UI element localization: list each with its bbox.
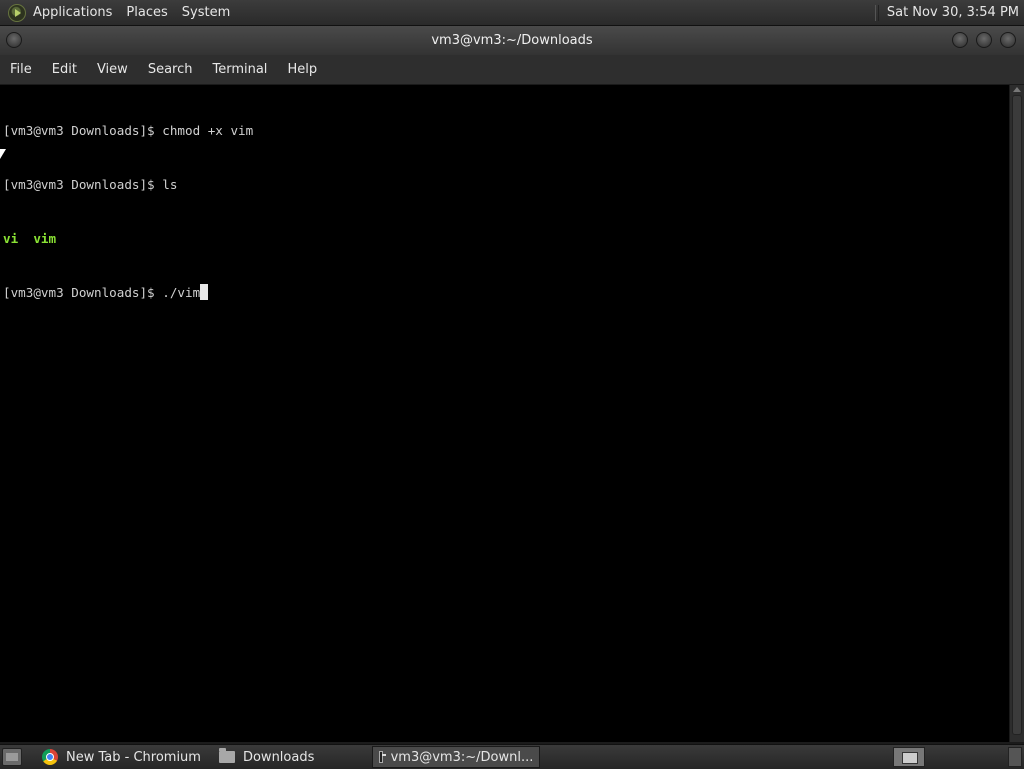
prompt: [vm3@vm3 Downloads]$ xyxy=(3,177,163,192)
window-titlebar[interactable]: vm3@vm3:~/Downloads xyxy=(0,26,1024,55)
top-panel: Applications Places System Sat Nov 30, 3… xyxy=(0,0,1024,26)
close-button[interactable] xyxy=(1000,32,1016,48)
prompt: [vm3@vm3 Downloads]$ xyxy=(3,123,163,138)
chromium-icon xyxy=(42,749,58,765)
folder-icon xyxy=(218,748,235,763)
task-downloads[interactable]: Downloads xyxy=(213,746,320,768)
task-chromium[interactable]: New Tab - Chromium xyxy=(36,746,207,768)
scrollbar-thumb[interactable] xyxy=(1012,95,1022,735)
maximize-button[interactable] xyxy=(976,32,992,48)
clock[interactable]: Sat Nov 30, 3:54 PM xyxy=(874,0,1024,25)
menu-search[interactable]: Search xyxy=(138,55,203,84)
task-terminal[interactable]: vm3@vm3:~/Downl... xyxy=(372,746,541,768)
show-desktop-button[interactable] xyxy=(2,748,22,766)
mouse-pointer-icon xyxy=(0,149,6,159)
window-menu-button[interactable] xyxy=(6,32,22,48)
task-label: Downloads xyxy=(242,749,315,765)
menu-view[interactable]: View xyxy=(87,55,138,84)
task-label: vm3@vm3:~/Downl... xyxy=(390,749,534,765)
terminal-line: [vm3@vm3 Downloads]$ ls xyxy=(3,176,253,194)
terminal-icon xyxy=(379,751,387,763)
command: ./vim xyxy=(162,285,201,300)
applications-icon[interactable] xyxy=(8,3,26,22)
bottom-panel: New Tab - Chromium Downloads vm3@vm3:~/D… xyxy=(0,744,1024,769)
system-menu[interactable]: System xyxy=(175,0,237,25)
panel-separator xyxy=(874,4,879,21)
menu-file[interactable]: File xyxy=(0,55,42,84)
task-label: New Tab - Chromium xyxy=(66,749,201,765)
terminal-output: [vm3@vm3 Downloads]$ chmod +x vim [vm3@v… xyxy=(3,86,253,338)
text-cursor xyxy=(200,284,209,300)
terminal-scrollbar[interactable] xyxy=(1009,85,1024,742)
terminal-line: [vm3@vm3 Downloads]$ chmod +x vim xyxy=(3,122,253,140)
terminal-area[interactable]: [vm3@vm3 Downloads]$ chmod +x vim [vm3@v… xyxy=(0,85,1009,742)
applications-menu[interactable]: Applications xyxy=(26,0,119,25)
menu-edit[interactable]: Edit xyxy=(42,55,87,84)
terminal-menubar: File Edit View Search Terminal Help xyxy=(0,55,1024,85)
terminal-line: [vm3@vm3 Downloads]$ ./vim xyxy=(3,284,253,302)
minimize-button[interactable] xyxy=(952,32,968,48)
clock-text: Sat Nov 30, 3:54 PM xyxy=(886,5,1019,20)
menu-help[interactable]: Help xyxy=(277,55,327,84)
workspace-switcher[interactable] xyxy=(893,747,925,767)
command: chmod +x vim xyxy=(162,123,254,138)
command: ls xyxy=(162,177,178,192)
scroll-up-arrow-icon[interactable] xyxy=(1013,87,1021,92)
window-title: vm3@vm3:~/Downloads xyxy=(431,33,593,48)
prompt: [vm3@vm3 Downloads]$ xyxy=(3,285,163,300)
ls-output: vi vim xyxy=(3,231,57,246)
menu-terminal[interactable]: Terminal xyxy=(202,55,277,84)
trash-icon[interactable] xyxy=(1008,747,1022,767)
places-menu[interactable]: Places xyxy=(119,0,174,25)
panel-menu: Applications Places System xyxy=(0,0,237,25)
